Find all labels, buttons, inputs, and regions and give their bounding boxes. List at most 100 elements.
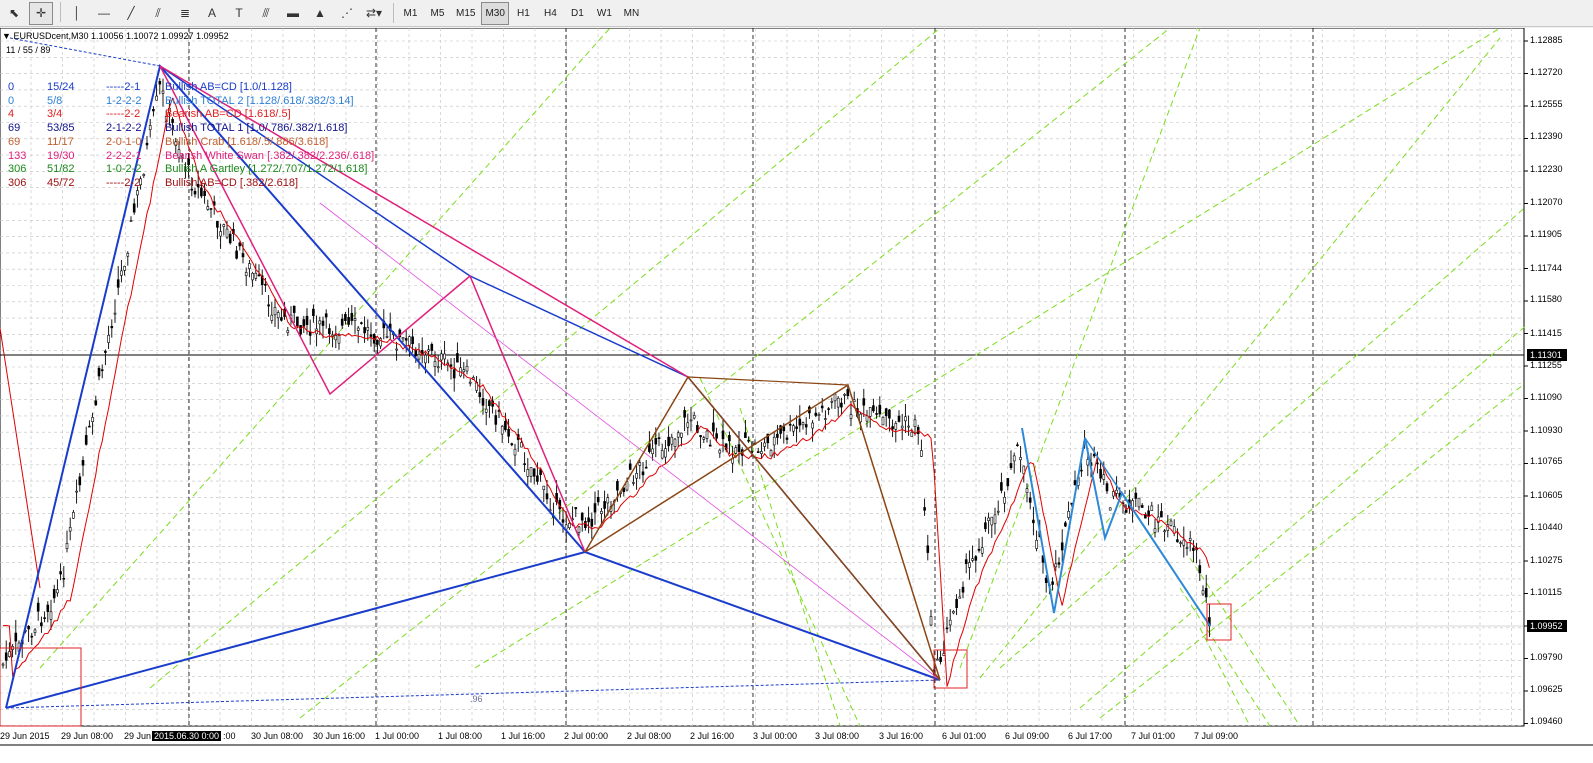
candle-body	[702, 437, 706, 440]
ma-line: 11 / 55 / 89	[6, 45, 51, 55]
candle-body	[862, 398, 866, 406]
candle-body	[1003, 497, 1006, 504]
price-tick-label: 1.12230	[1530, 164, 1563, 174]
fibo-fan-tool-button[interactable]: ⫻	[254, 2, 278, 25]
candle-body	[676, 432, 680, 438]
price-tick-label: 1.11255	[1530, 360, 1562, 370]
candle-body	[980, 547, 984, 554]
candle-body	[1160, 511, 1163, 518]
candle-body	[408, 336, 411, 346]
time-tick-label: 29 Jun 08:00	[61, 731, 114, 741]
candle-body	[798, 418, 802, 426]
candle-body	[478, 392, 482, 397]
candle-body	[705, 430, 709, 439]
collapse-triangle-icon[interactable]: ▼	[2, 31, 11, 41]
candle-body	[104, 350, 107, 353]
candle-body	[62, 577, 66, 580]
fibonacci-tool-button[interactable]: ≣	[173, 2, 197, 25]
timeframe-m1-button[interactable]: M1	[398, 2, 423, 25]
horizontal-line-tool-button[interactable]: —	[92, 2, 116, 25]
candle-body	[123, 266, 126, 271]
candle-body	[795, 426, 798, 429]
candle-body	[782, 426, 786, 432]
candle-body	[40, 622, 43, 627]
toolbar-separator	[60, 1, 61, 22]
timeframe-mn-button[interactable]: MN	[619, 2, 644, 25]
price-chart[interactable]: .96 ▼ EURUSDcent,M30 1.10056 1.10072 1.0…	[0, 28, 1593, 763]
candle-body	[1006, 478, 1010, 487]
candle-body	[353, 318, 357, 321]
candle-body	[97, 367, 101, 377]
candle-body	[347, 317, 350, 325]
candle-body	[756, 451, 760, 453]
text-tool-button[interactable]: A	[200, 2, 224, 25]
candle-body	[929, 616, 933, 626]
candle-body	[238, 242, 242, 247]
candle-body	[1198, 565, 1202, 574]
equidistant-channel-tool-button[interactable]: ⫽	[146, 2, 170, 25]
candle-body	[1, 663, 5, 666]
candle-body	[772, 436, 776, 446]
candle-body	[1201, 590, 1205, 595]
crosshair-tool-button[interactable]: ✛	[29, 1, 53, 25]
candle-body	[1150, 505, 1154, 511]
candle-body	[1096, 462, 1099, 465]
candle-body	[276, 312, 280, 319]
candle-body	[529, 467, 533, 477]
vertical-line-tool-button[interactable]: │	[65, 2, 89, 25]
time-tick-label: 1 Jul 08:00	[438, 731, 483, 741]
pattern-ratio: 5/8	[47, 94, 63, 107]
candle-body	[286, 330, 290, 333]
timeframe-m5-button[interactable]: M5	[425, 2, 450, 25]
candle-body	[360, 322, 363, 324]
text-label-tool-button[interactable]: T	[227, 2, 251, 25]
candle-body	[401, 336, 405, 340]
candle-body	[651, 448, 654, 455]
candle-body	[878, 404, 882, 415]
candle-body	[827, 408, 830, 410]
timeframe-m30-button[interactable]: M30	[481, 1, 509, 25]
triangle-tool-button[interactable]: ▲	[308, 2, 332, 25]
candle-body	[712, 422, 715, 432]
candle-body	[264, 283, 267, 286]
timeframe-buttons: M1 M5 M15 M30 H1 H4 D1 W1 MN	[398, 1, 646, 25]
time-tick-label: 6 Jul 09:00	[1005, 731, 1050, 741]
time-tick-label: 6 Jul 17:00	[1068, 731, 1113, 741]
candle-body	[155, 95, 158, 101]
arrows-dropdown-tool-button[interactable]: ⇄▾	[362, 2, 386, 25]
trendline-tool-button[interactable]: ╱	[119, 2, 143, 25]
timeframe-w1-button[interactable]: W1	[592, 2, 617, 25]
time-tick-label: 3 Jul 00:00	[753, 731, 798, 741]
candle-body	[414, 349, 418, 357]
timeframe-d1-button[interactable]: D1	[565, 2, 590, 25]
candle-body	[843, 394, 846, 396]
candle-body	[785, 437, 789, 440]
ma-periods: 11 / 55 / 89	[6, 45, 50, 55]
candle-body	[1163, 530, 1166, 533]
candle-body	[158, 81, 162, 85]
candle-body	[904, 416, 907, 422]
time-tick-label: 29 Jun	[124, 731, 152, 741]
candle-body	[984, 522, 987, 530]
crosshair-time-badge: 2015.06.30 0:00	[152, 731, 222, 741]
candle-body	[494, 415, 498, 425]
timeframe-m15-button[interactable]: M15	[452, 2, 479, 25]
cursor-tool-button[interactable]: ⬉	[2, 2, 26, 25]
rectangle-tool-button[interactable]: ▬	[281, 2, 305, 25]
candle-body	[411, 336, 414, 345]
candle-body	[830, 401, 834, 403]
time-tick-label: 30 Jun 16:00	[313, 731, 366, 741]
candle-body	[222, 224, 226, 227]
candle-body	[152, 108, 155, 112]
pitchfork-tool-button[interactable]: ⋰	[335, 2, 359, 25]
candle-body	[910, 431, 914, 437]
timeframe-h4-button[interactable]: H4	[538, 2, 563, 25]
timeframe-h1-button[interactable]: H1	[511, 2, 536, 25]
candle-body	[504, 420, 507, 431]
candle-body	[894, 423, 898, 430]
symbol-info: ▼ EURUSDcent,M30 1.10056 1.10072 1.09927…	[2, 31, 229, 41]
candle-body	[334, 335, 338, 341]
candle-body	[235, 250, 238, 259]
candle-body	[75, 490, 78, 493]
candle-body	[1188, 538, 1192, 541]
